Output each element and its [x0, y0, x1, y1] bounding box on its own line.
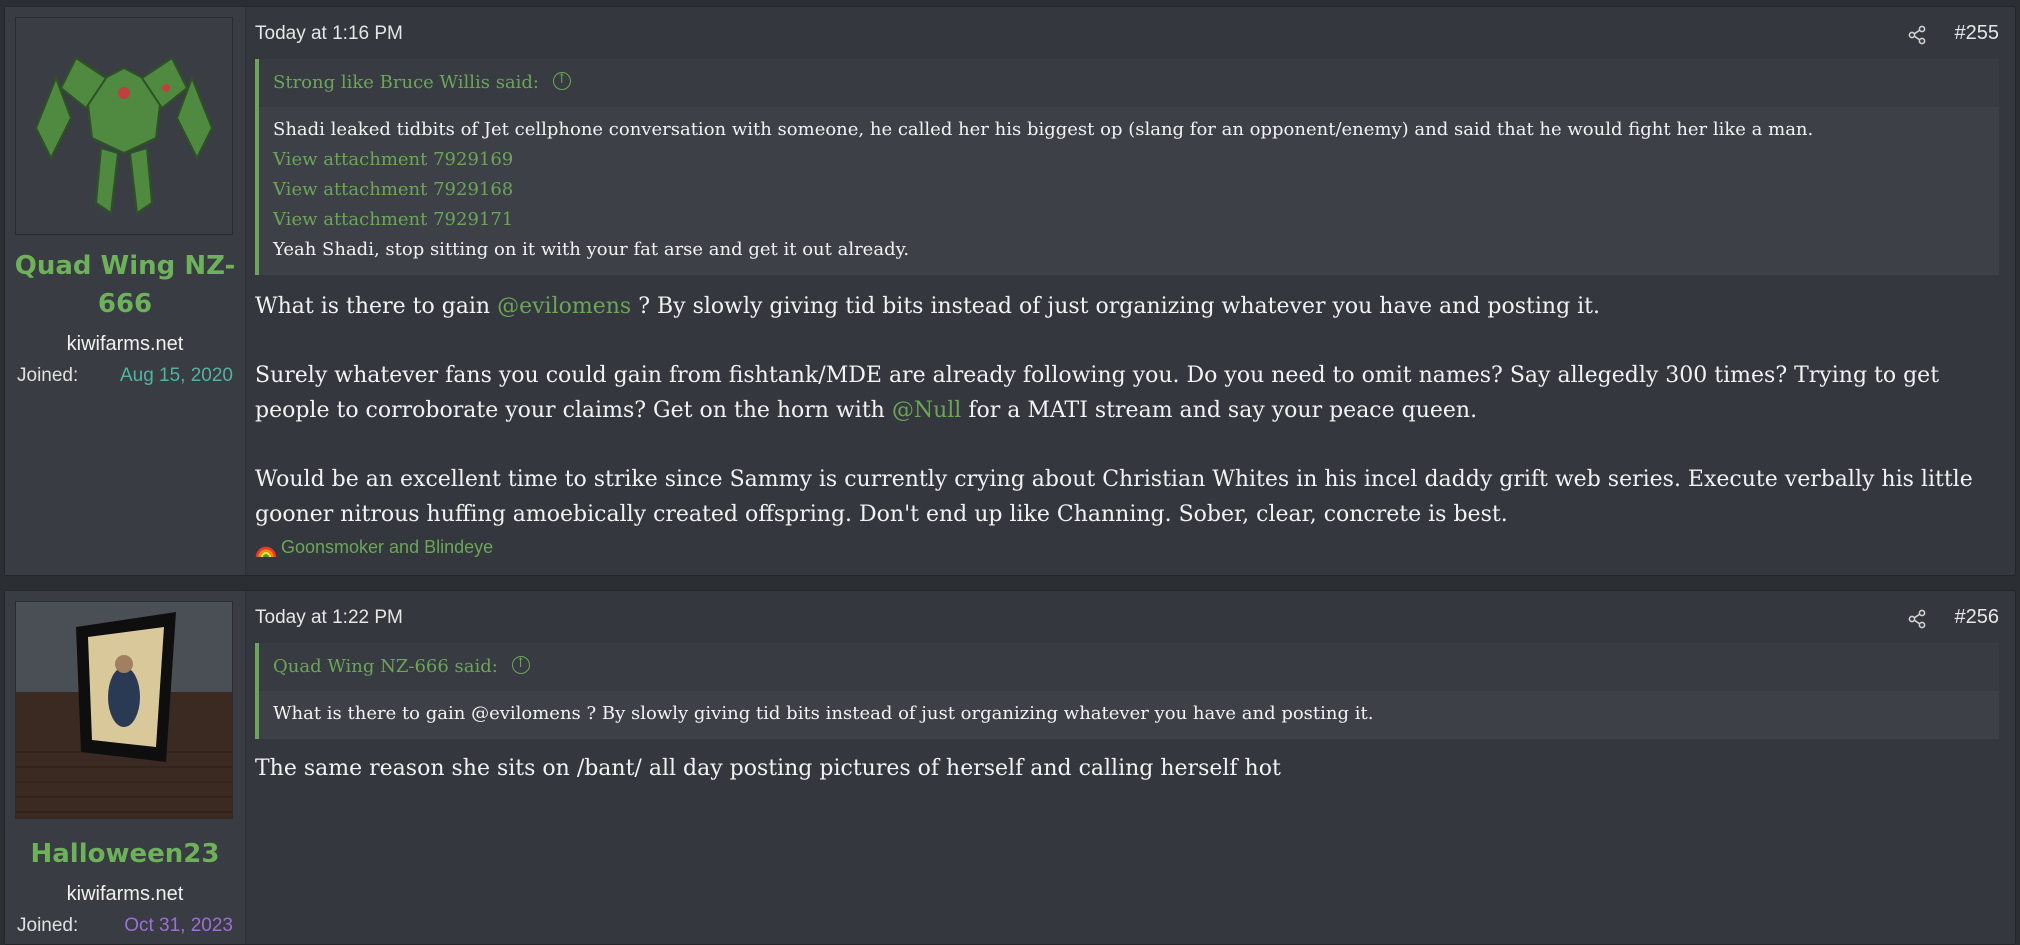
avatar[interactable]	[15, 17, 233, 235]
quote-closing: Yeah Shadi, stop sitting on it with your…	[273, 239, 910, 260]
post-message: What is there to gain @evilomens ? By sl…	[255, 289, 1999, 566]
joined-label: Joined:	[17, 365, 79, 386]
quote-block: Quad Wing NZ-666 said: ↑ What is there t…	[255, 643, 1999, 739]
attachment-link[interactable]: View attachment 7929168	[273, 175, 1985, 205]
mention-link[interactable]: @Null	[892, 398, 962, 423]
username[interactable]: Halloween23	[5, 835, 245, 873]
joined-date: Oct 31, 2023	[124, 915, 233, 936]
quote-author[interactable]: Quad Wing NZ-666 said:	[273, 656, 498, 677]
quote-author[interactable]: Strong like Bruce Willis said:	[273, 72, 539, 93]
post-number[interactable]: #255	[1955, 22, 2000, 45]
mention-link[interactable]: @evilomens	[497, 294, 631, 319]
user-title: kiwifarms.net	[66, 333, 184, 355]
quote-body: Shadi leaked tidbits of Jet cellphone co…	[259, 107, 1999, 277]
message-text: What is there to gain	[255, 294, 498, 319]
attachment-link[interactable]: View attachment 7929171	[273, 205, 1985, 235]
share-icon[interactable]	[1907, 25, 1927, 45]
share-icon[interactable]	[1907, 609, 1927, 629]
arrow-up-circle-icon[interactable]: ↑	[552, 72, 571, 90]
attachment-link[interactable]: View attachment 7929169	[273, 145, 1985, 175]
post-number[interactable]: #256	[1955, 606, 2000, 629]
message-paragraph: What is there to gain @evilomens ? By sl…	[255, 289, 1999, 324]
post-date[interactable]: Today at 1:16 PM	[255, 23, 403, 45]
quote-header[interactable]: Quad Wing NZ-666 said: ↑	[259, 643, 1999, 691]
post-content: Today at 1:22 PM #256 Quad Wing NZ-666 s…	[255, 591, 1999, 944]
message-text: ? By slowly giving tid bits instead of j…	[631, 294, 1601, 319]
message-paragraph: Surely whatever fans you could gain from…	[255, 358, 1999, 428]
post-content: Today at 1:16 PM #255 Strong like Bruce …	[255, 7, 1999, 575]
quote-header[interactable]: Strong like Bruce Willis said: ↑	[259, 59, 1999, 107]
message-paragraph: Would be an excellent time to strike sin…	[255, 467, 1973, 527]
arrow-up-circle-icon[interactable]: ↑	[511, 656, 530, 674]
username[interactable]: Quad Wing NZ-666	[5, 247, 245, 323]
post-message: The same reason she sits on /bant/ all d…	[255, 751, 1999, 820]
user-panel: Halloween23 kiwifarms.net Joined: Oct 31…	[5, 591, 246, 944]
message-paragraph: The same reason she sits on /bant/ all d…	[255, 756, 1281, 781]
avatar[interactable]	[15, 601, 233, 819]
joined-label: Joined:	[17, 915, 79, 936]
user-panel: Quad Wing NZ-666 kiwifarms.net Joined: A…	[5, 7, 246, 575]
user-title: kiwifarms.net	[66, 883, 184, 905]
quote-text: Shadi leaked tidbits of Jet cellphone co…	[273, 119, 1814, 140]
quote-block: Strong like Bruce Willis said: ↑ Shadi l…	[255, 59, 1999, 275]
quote-body: What is there to gain @evilomens ? By sl…	[259, 691, 1999, 741]
reaction-users[interactable]: Goonsmoker and Blindeye	[281, 537, 493, 557]
post-256: Halloween23 kiwifarms.net Joined: Oct 31…	[4, 590, 2016, 945]
quote-text: What is there to gain @evilomens ? By sl…	[273, 703, 1374, 724]
rainbow-icon	[255, 547, 277, 558]
reaction-bar[interactable]: Goonsmoker and Blindeye	[255, 537, 493, 559]
post-date[interactable]: Today at 1:22 PM	[255, 607, 403, 629]
message-text: for a MATI stream and say your peace que…	[961, 398, 1478, 423]
post-255: Quad Wing NZ-666 kiwifarms.net Joined: A…	[4, 6, 2016, 576]
joined-date: Aug 15, 2020	[119, 365, 233, 386]
